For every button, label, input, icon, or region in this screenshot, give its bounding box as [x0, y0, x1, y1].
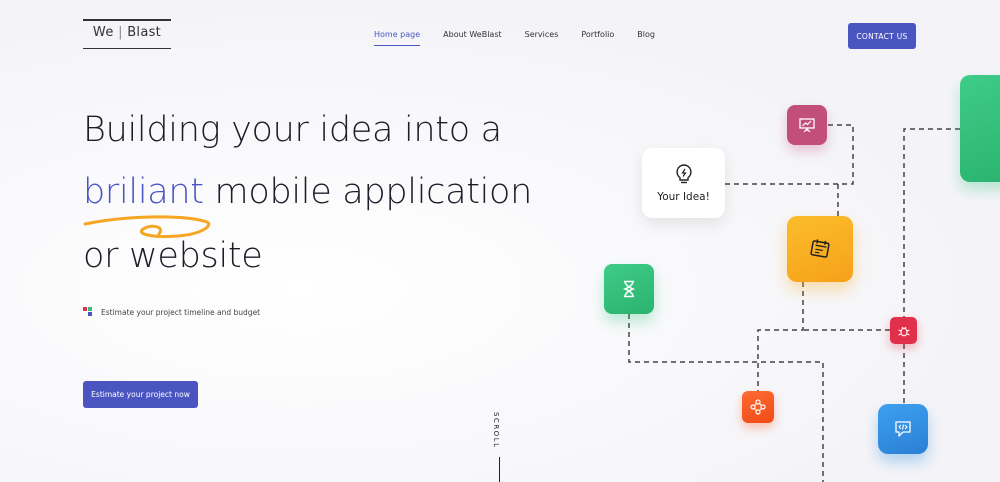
idea-label: Your Idea! — [657, 191, 710, 203]
hourglass-icon — [622, 280, 636, 298]
green-panel — [960, 75, 1000, 182]
bug-icon — [897, 326, 910, 336]
presentation-icon — [799, 118, 815, 133]
network-icon — [750, 399, 766, 415]
code-chat-icon — [895, 421, 911, 437]
page: We | Blast Home page About WeBlast Servi… — [0, 0, 1000, 482]
calendar-icon — [810, 239, 830, 258]
lightbulb-icon — [675, 164, 692, 184]
network-tile — [742, 391, 774, 423]
presentation-tile — [787, 105, 827, 145]
calendar-tile — [787, 216, 853, 282]
code-chat-tile — [878, 404, 928, 454]
bug-tile — [890, 317, 917, 344]
hourglass-tile — [604, 264, 654, 314]
idea-card: Your Idea! — [642, 148, 725, 218]
